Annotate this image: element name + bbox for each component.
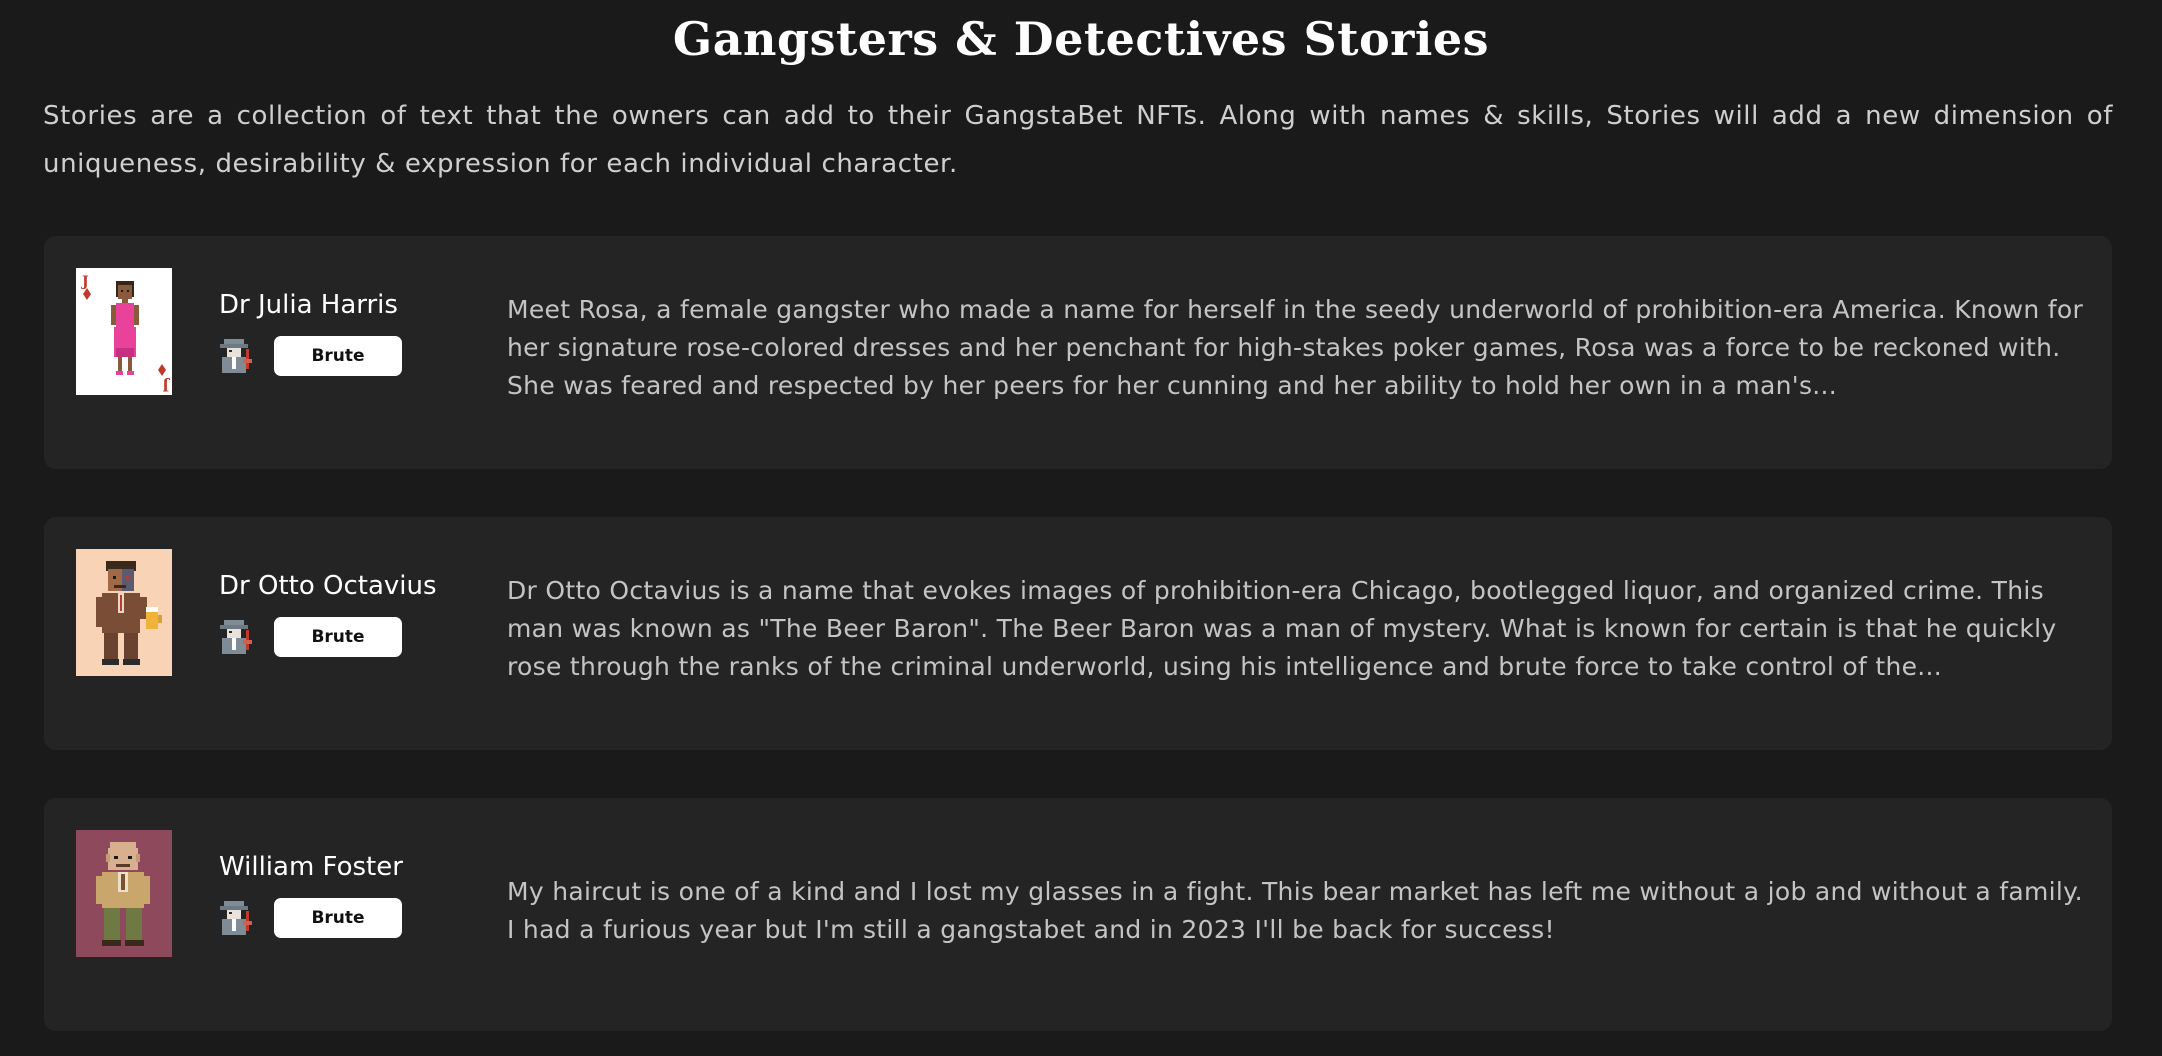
story-text: Meet Rosa, a female gangster who made a … (507, 295, 2084, 400)
jack-of-diamonds-card-portrait: J J (76, 268, 172, 395)
story-text: Dr Otto Octavius is a name that evokes i… (507, 576, 2057, 681)
character-name: Dr Otto Octavius (219, 571, 437, 601)
svg-text:J: J (162, 377, 171, 393)
story-text: My haircut is one of a kind and I lost m… (507, 877, 2083, 944)
page-intro: Stories are a collection of text that th… (43, 101, 2113, 179)
skill-button[interactable]: Brute (274, 898, 402, 938)
stories-page: Gangsters & Detectives Stories Stories a… (0, 0, 2162, 1056)
bald-gangster-portrait (76, 830, 172, 957)
character-name: Dr Julia Harris (219, 290, 398, 320)
detective-icon (218, 897, 254, 935)
detective-icon (218, 335, 254, 373)
story-card[interactable]: J J Dr Julia Harris Brute Meet Rosa, a f… (44, 236, 2112, 469)
character-portrait: J J (76, 268, 172, 395)
story-card[interactable]: Dr Otto Octavius Brute Dr Otto Octavius … (44, 517, 2112, 750)
skill-button[interactable]: Brute (274, 617, 402, 657)
svg-text:J: J (80, 274, 89, 290)
beer-baron-portrait (76, 549, 172, 676)
character-name: William Foster (219, 852, 403, 882)
skill-button[interactable]: Brute (274, 336, 402, 376)
page-title: Gangsters & Detectives Stories (672, 12, 1490, 66)
story-card[interactable]: William Foster Brute My haircut is one o… (44, 798, 2112, 1031)
character-portrait (76, 830, 172, 957)
character-portrait (76, 549, 172, 676)
detective-icon (218, 616, 254, 654)
